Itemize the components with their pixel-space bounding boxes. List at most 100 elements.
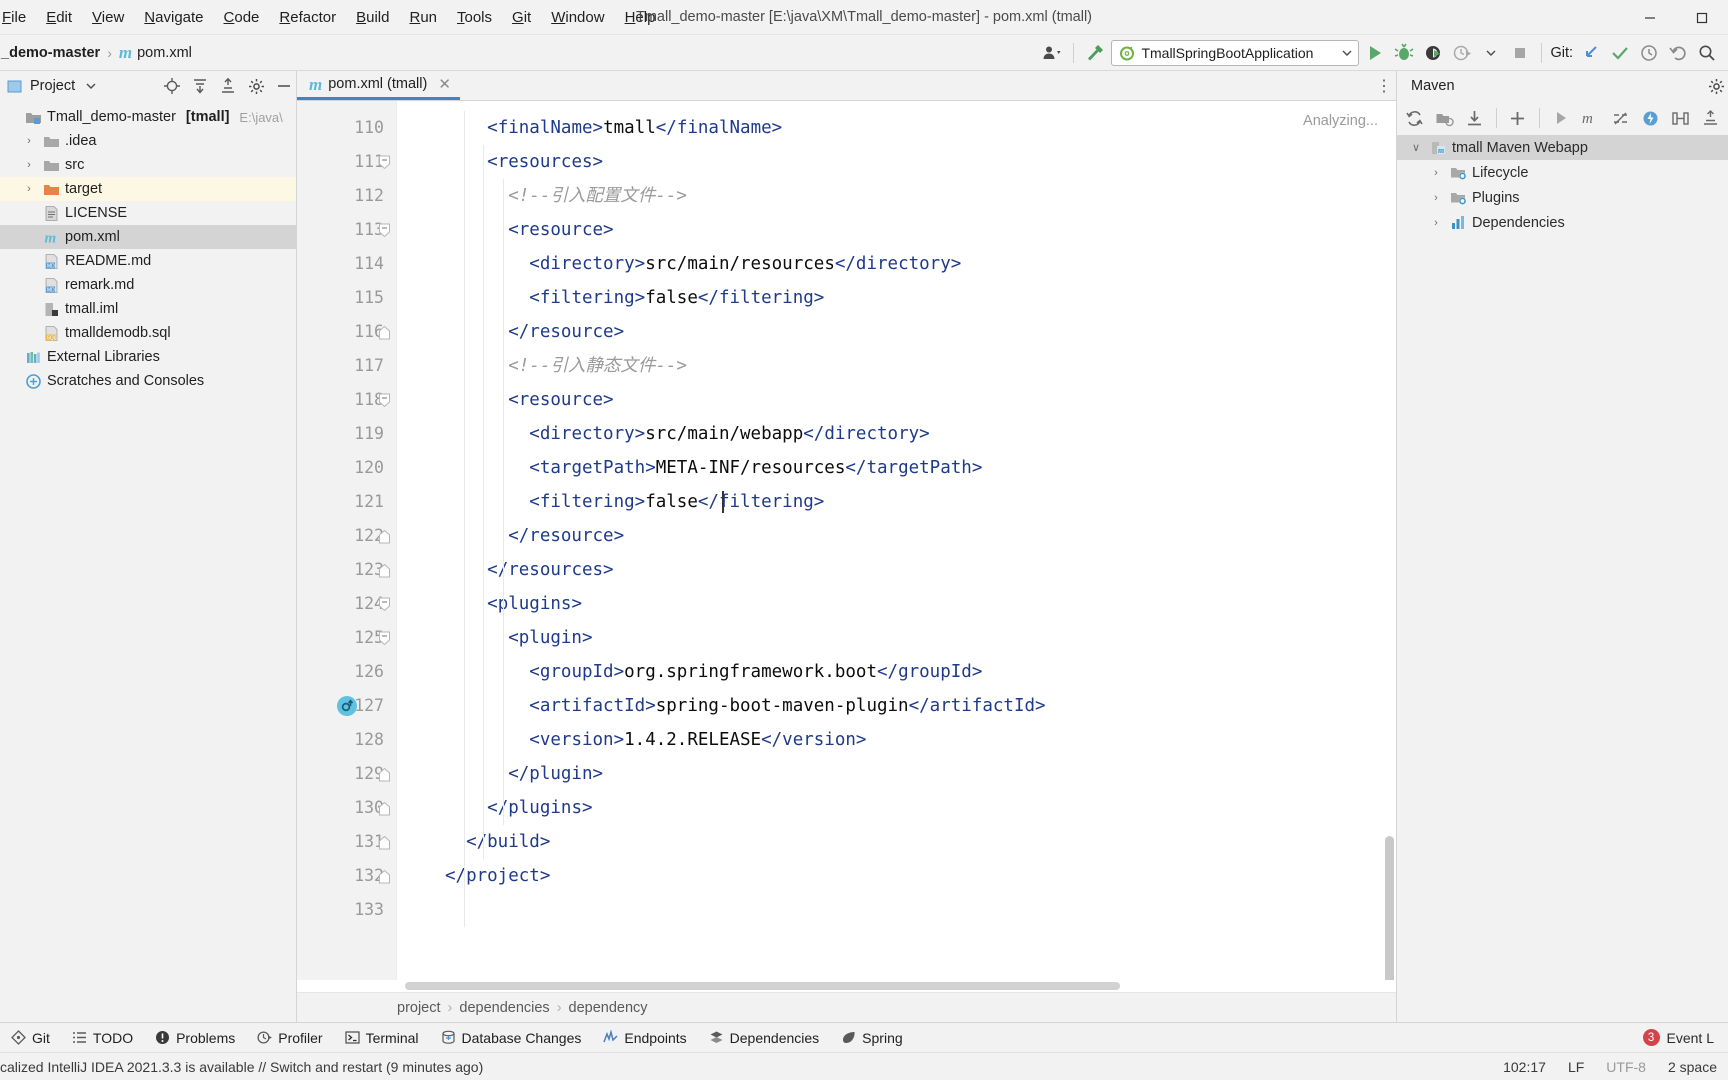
fold-collapse-icon[interactable]	[371, 621, 397, 655]
menu-item-code[interactable]: Code	[214, 5, 270, 30]
code-line[interactable]: <finalName>tmall</finalName>	[397, 111, 1396, 145]
maven-tree-item[interactable]: › Lifecycle	[1397, 160, 1728, 185]
event-log-button[interactable]: 3 Event L	[1642, 1029, 1728, 1046]
execute-goal-icon[interactable]	[1636, 105, 1664, 131]
code-line[interactable]: <targetPath>META-INF/resources</targetPa…	[397, 451, 1396, 485]
code-line[interactable]: <version>1.4.2.RELEASE</version>	[397, 723, 1396, 757]
code-line[interactable]: <directory>src/main/resources</directory…	[397, 247, 1396, 281]
search-icon[interactable]	[1694, 40, 1720, 66]
project-tree-item[interactable]: SQL tmalldemodb.sql	[0, 321, 296, 345]
stop-button[interactable]	[1507, 40, 1533, 66]
project-tree-item[interactable]: tmall.iml	[0, 297, 296, 321]
code-line[interactable]: <filtering>false</filtering>	[397, 281, 1396, 315]
add-icon[interactable]	[1504, 105, 1532, 131]
minimize-button[interactable]	[1624, 0, 1676, 35]
menu-item-file[interactable]: File	[0, 5, 36, 30]
menu-item-navigate[interactable]: Navigate	[134, 5, 213, 30]
generate-sources-icon[interactable]	[1431, 105, 1459, 131]
line-separator[interactable]: LF	[1557, 1059, 1595, 1075]
fold-region-end-icon[interactable]	[371, 859, 397, 893]
breadcrumb-item[interactable]: dependency	[569, 1000, 648, 1016]
run-configuration-selector[interactable]: TmallSpringBootApplication	[1111, 39, 1360, 66]
fold-collapse-icon[interactable]	[371, 145, 397, 179]
git-history-icon[interactable]	[1636, 40, 1662, 66]
breadcrumb-item[interactable]: project	[397, 1000, 441, 1016]
fold-collapse-icon[interactable]	[371, 587, 397, 621]
more-options-icon[interactable]: ⋮	[1372, 71, 1396, 100]
project-tree-item[interactable]: Tmall_demo-master [tmall] E:\java\	[0, 105, 296, 129]
git-rollback-icon[interactable]	[1665, 40, 1691, 66]
tool-window-button-git[interactable]: Git	[0, 1025, 61, 1051]
menu-item-edit[interactable]: Edit	[36, 5, 82, 30]
code-content[interactable]: Analyzing... <finalName>tmall</finalName…	[397, 101, 1396, 980]
maven-tree-item[interactable]: › Dependencies	[1397, 210, 1728, 235]
tool-window-button-todo[interactable]: TODO	[61, 1025, 144, 1051]
nav-crumb-project[interactable]: ll_demo-master	[0, 42, 105, 64]
menu-item-refactor[interactable]: Refactor	[269, 5, 346, 30]
chevron-down-icon[interactable]	[79, 74, 103, 98]
breadcrumb-item[interactable]: dependencies	[459, 1000, 549, 1016]
locate-icon[interactable]	[160, 74, 184, 98]
code-line[interactable]: <resource>	[397, 383, 1396, 417]
nav-crumb-file[interactable]: m pom.xml	[114, 41, 197, 64]
download-sources-icon[interactable]	[1461, 105, 1489, 131]
code-line[interactable]: </resource>	[397, 519, 1396, 553]
fold-region-end-icon[interactable]	[371, 825, 397, 859]
tool-window-button-problems[interactable]: Problems	[144, 1025, 246, 1051]
menu-item-tools[interactable]: Tools	[447, 5, 502, 30]
collapse-all-icon[interactable]	[216, 74, 240, 98]
indent-setting[interactable]: 2 space	[1657, 1059, 1728, 1075]
chevron-right-icon[interactable]: ›	[1427, 192, 1445, 204]
status-message[interactable]: calized IntelliJ IDEA 2021.3.3 is availa…	[0, 1059, 483, 1075]
code-line[interactable]: <artifactId>spring-boot-maven-plugin</ar…	[397, 689, 1396, 723]
hide-tool-window-icon[interactable]	[272, 74, 296, 98]
user-settings-icon[interactable]	[1039, 40, 1065, 66]
project-tree-item[interactable]: Scratches and Consoles	[0, 369, 296, 393]
fold-region-end-icon[interactable]	[371, 519, 397, 553]
git-update-icon[interactable]	[1578, 40, 1604, 66]
run-maven-build-icon[interactable]	[1547, 105, 1575, 131]
code-line[interactable]: <plugins>	[397, 587, 1396, 621]
caret-position[interactable]: 102:17	[1492, 1059, 1557, 1075]
editor-vertical-scrollbar[interactable]	[1385, 836, 1394, 980]
settings-gear-icon[interactable]	[244, 74, 268, 98]
chevron-right-icon[interactable]: ›	[1427, 167, 1445, 179]
project-tree-item[interactable]: m pom.xml	[0, 225, 296, 249]
reload-all-icon[interactable]	[1401, 105, 1429, 131]
fold-collapse-icon[interactable]	[371, 213, 397, 247]
fold-region-end-icon[interactable]	[371, 553, 397, 587]
maven-tree-item[interactable]: ∨ m tmall Maven Webapp	[1397, 135, 1728, 160]
maximize-button[interactable]	[1676, 0, 1728, 35]
fold-region-end-icon[interactable]	[371, 757, 397, 791]
maven-reimport-icon[interactable]	[337, 696, 357, 716]
collapse-all-icon[interactable]	[1696, 105, 1724, 131]
code-line[interactable]: </project>	[397, 859, 1396, 893]
fold-region-end-icon[interactable]	[371, 791, 397, 825]
file-encoding[interactable]: UTF-8	[1595, 1059, 1657, 1075]
code-line[interactable]: <filtering>false</filtering>	[397, 485, 1396, 519]
project-tree[interactable]: Tmall_demo-master [tmall] E:\java\ › .idea › s…	[0, 101, 296, 1022]
tool-window-button-terminal[interactable]: Terminal	[334, 1025, 430, 1051]
project-tree-item[interactable]: External Libraries	[0, 345, 296, 369]
chevron-down-icon[interactable]: ∨	[1407, 141, 1425, 154]
chevron-right-icon[interactable]: ›	[1427, 217, 1445, 229]
menu-item-window[interactable]: Window	[541, 5, 614, 30]
code-line[interactable]: </resources>	[397, 553, 1396, 587]
menu-item-git[interactable]: Git	[502, 5, 541, 30]
project-tree-item[interactable]: LICENSE	[0, 201, 296, 225]
tool-window-button-database-changes[interactable]: Database Changes	[430, 1025, 593, 1051]
project-tree-item[interactable]: MD README.md	[0, 249, 296, 273]
run-button[interactable]	[1362, 40, 1388, 66]
code-line[interactable]: </plugins>	[397, 791, 1396, 825]
show-dependencies-icon[interactable]	[1666, 105, 1694, 131]
close-icon[interactable]: ✕	[438, 75, 451, 93]
tool-window-button-dependencies[interactable]: Dependencies	[698, 1025, 831, 1051]
editor-horizontal-scrollbar[interactable]	[405, 982, 1120, 990]
menu-item-view[interactable]: View	[82, 5, 134, 30]
fold-column[interactable]	[371, 111, 397, 927]
code-line[interactable]: <groupId>org.springframework.boot</group…	[397, 655, 1396, 689]
code-line[interactable]: <!--引入静态文件-->	[397, 349, 1396, 383]
editor-tab-pom-xml[interactable]: m pom.xml (tmall) ✕	[297, 71, 460, 100]
menu-item-build[interactable]: Build	[346, 5, 399, 30]
build-hammer-icon[interactable]	[1082, 40, 1108, 66]
